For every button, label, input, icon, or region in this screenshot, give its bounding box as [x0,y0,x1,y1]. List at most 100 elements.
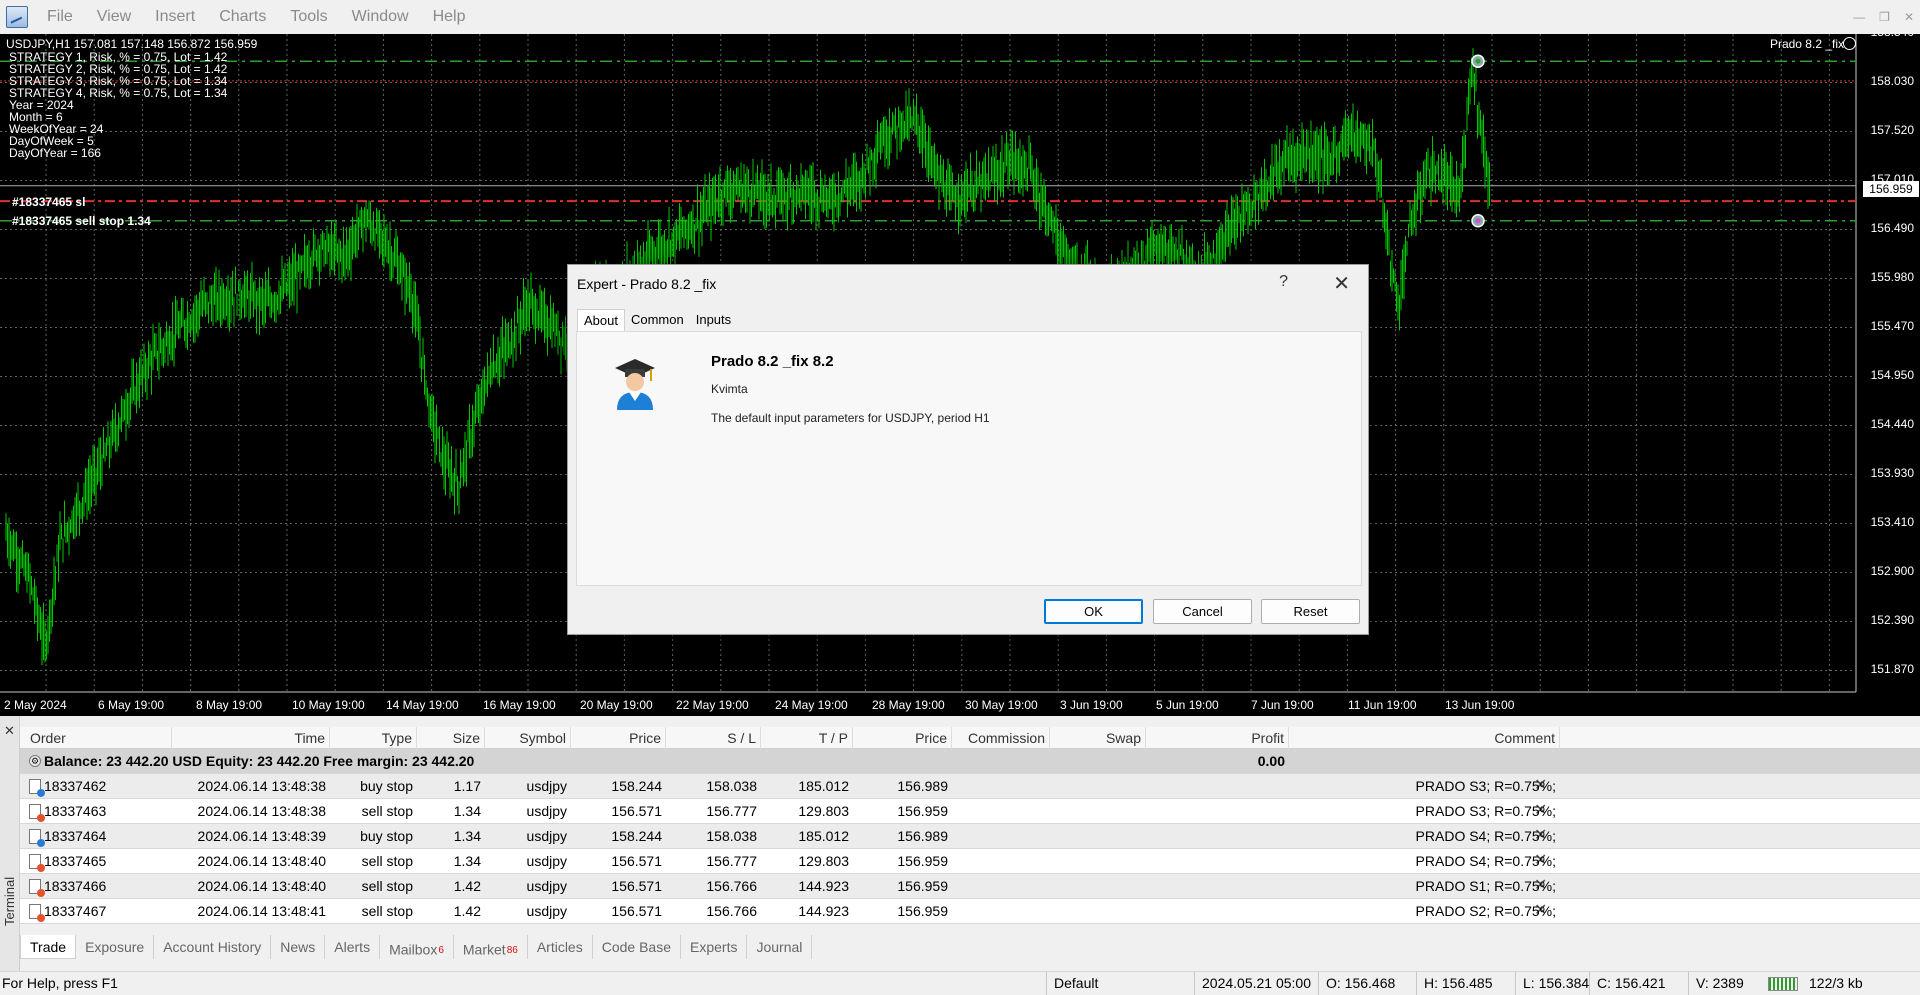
close-icon[interactable]: ✕ [1333,271,1350,296]
menu-charts[interactable]: Charts [207,0,278,34]
terminal-tab-articles[interactable]: Articles [528,935,593,959]
col-symbol: usdjpy [526,903,567,919]
status-open: O: 156.468 [1318,972,1416,995]
col-comment-header[interactable]: Comment [1289,727,1560,749]
expert-smiley-icon[interactable] [1843,37,1856,50]
col-type: sell stop [361,803,413,819]
help-icon[interactable]: ? [1279,273,1288,291]
restore-icon[interactable]: ❐ [1879,10,1890,24]
menu-tools[interactable]: Tools [278,0,339,34]
time-axis-label: 5 Jun 19:00 [1156,698,1219,712]
cancel-button[interactable]: Cancel [1153,599,1252,624]
col-price-header[interactable]: Price [571,727,666,749]
expert-label[interactable]: Prado 8.2 _fix [1770,38,1844,50]
col-price2-header[interactable]: Price [853,727,952,749]
terminal-tab-alerts[interactable]: Alerts [325,935,381,959]
col-symbol: usdjpy [526,803,567,819]
col-comment: PRADO S4; R=0.75%; [1415,828,1556,844]
terminal-tab-journal[interactable]: Journal [747,935,813,959]
status-profile[interactable]: Default [1046,972,1194,995]
col-time: 2024.06.14 13:48:40 [197,878,326,894]
col-price: 156.571 [611,878,662,894]
menu-window[interactable]: Window [340,0,421,34]
connection-bars-icon[interactable] [1768,977,1798,991]
col-price: 158.244 [611,778,662,794]
status-help: For Help, press F1 [2,975,118,991]
time-axis-label: 11 Jun 19:00 [1348,698,1417,712]
col-order: 18337463 [44,803,107,819]
terminal-tab-market[interactable]: Market86 [454,935,528,959]
col-comment: PRADO S3; R=0.75%; [1415,778,1556,794]
col-type: sell stop [361,878,413,894]
terminal-tab-label: Exposure [85,939,145,955]
orders-table: Order Time Type Size Symbol Price S / LT / P Pr… [20,727,1920,924]
ok-button[interactable]: OK [1044,599,1143,624]
price-axis-label: 151.870 [1870,662,1914,676]
terminal-close-icon[interactable]: ✕ [4,723,15,739]
col-time: 2024.06.14 13:48:39 [197,828,326,844]
col-comment: PRADO S3; R=0.75%; [1415,803,1556,819]
col-order: 18337466 [44,878,107,894]
order-marker-dot [1475,58,1481,64]
app-chart-icon[interactable] [6,6,28,28]
table-row[interactable]: 18337462 2024.06.14 13:48:38 buy stop 1.17 u… [20,774,1920,799]
time-axis-label: 10 May 19:00 [292,698,365,712]
col-tp-header[interactable]: T / P [761,727,853,749]
terminal-tab-trade[interactable]: Trade [20,935,77,959]
tab-about[interactable]: About [577,309,625,331]
minimize-icon[interactable]: — [1853,10,1865,24]
terminal-tab-mailbox[interactable]: Mailbox6 [380,935,454,959]
table-row[interactable]: 18337467 2024.06.14 13:48:41 sell stop 1.42… [20,899,1920,924]
col-profit-header[interactable]: Profit [1146,727,1289,749]
time-axis-label: 8 May 19:00 [196,698,263,712]
terminal-tab-label: Alerts [334,939,371,955]
time-axis-label: 6 May 19:00 [98,698,165,712]
status-datetime: 2024.05.21 05:00 [1194,972,1318,995]
terminal-tab-exposure[interactable]: Exposure [76,935,155,959]
terminal-tab-code-base[interactable]: Code Base [593,935,681,959]
price-axis-label: 152.900 [1870,564,1914,578]
col-size: 1.42 [453,878,481,894]
table-row[interactable]: 18337464 2024.06.14 13:48:39 buy stop 1.34 u… [20,824,1920,849]
terminal-panel: ✕ Terminal Order Time Type Size Symbol Price S… [0,716,1920,971]
table-row[interactable]: 18337463 2024.06.14 13:48:38 sell stop 1.34… [20,799,1920,824]
dialog-title: Expert - Prado 8.2 _fix [577,276,717,292]
menu-file[interactable]: File [35,0,85,34]
col-symbol-header[interactable]: Symbol [485,727,571,749]
expert-dialog: Expert - Prado 8.2 _fix ? ✕ About Common… [567,264,1369,635]
table-row[interactable]: 18337466 2024.06.14 13:48:40 sell stop 1.42… [20,874,1920,899]
terminal-tabs: Trade Exposure Account History News Alerts Ma… [20,934,813,960]
close-icon[interactable]: ✕ [1904,10,1914,24]
col-commission-header[interactable]: Commission [952,727,1050,749]
col-type-header[interactable]: Type [330,727,417,749]
col-time-header[interactable]: Time [172,727,330,749]
col-sl-header[interactable]: S / L [666,727,761,749]
col-comment: PRADO S4; R=0.75%; [1415,853,1556,869]
menu-view[interactable]: View [85,0,143,34]
terminal-tab-news[interactable]: News [271,935,326,959]
terminal-sidebar: ✕ Terminal [0,716,20,971]
col-size-header[interactable]: Size [417,727,485,749]
col-size: 1.42 [453,903,481,919]
menu-help[interactable]: Help [421,0,478,34]
col-time: 2024.06.14 13:48:40 [197,853,326,869]
reset-button[interactable]: Reset [1261,599,1360,624]
col-swap-header[interactable]: Swap [1050,727,1146,749]
balance-row[interactable]: ⚙ Balance: 23 442.20 USD Equity: 23 442.2… [20,749,1920,774]
price-axis-label: 154.440 [1870,417,1914,431]
col-price: 158.244 [611,828,662,844]
tab-inputs[interactable]: Inputs [690,309,737,331]
col-comment: PRADO S2; R=0.75%; [1415,903,1556,919]
terminal-tab-experts[interactable]: Experts [681,935,748,959]
col-order-header[interactable]: Order [20,727,172,749]
menu-insert[interactable]: Insert [143,0,207,34]
col-price: 156.571 [611,853,662,869]
overlay-line: DayOfYear = 166 [9,146,101,160]
col-tp: 185.012 [798,778,849,794]
table-row[interactable]: 18337465 2024.06.14 13:48:40 sell stop 1.34… [20,849,1920,874]
tab-common[interactable]: Common [625,309,690,331]
expert-graduate-icon [615,359,655,410]
order-line-label: #18337465 sell stop 1.34 [12,214,151,228]
col-price2: 156.959 [897,878,948,894]
terminal-tab-account-history[interactable]: Account History [154,935,272,959]
